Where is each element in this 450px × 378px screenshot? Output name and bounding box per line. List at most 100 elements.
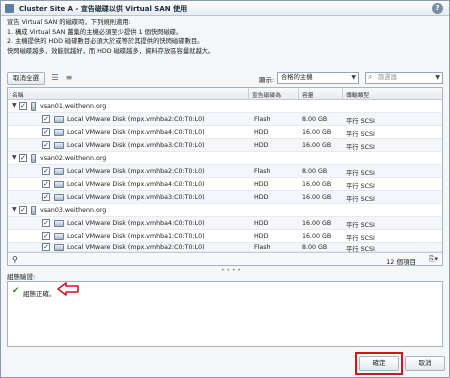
instruction-line: 1. 構成 Virtual SAN 叢集的主機必須至少提供 1 個快閃磁碟。 [7, 28, 183, 36]
disk-transport: 平行 SCSI [346, 235, 375, 242]
disk-claim[interactable]: HDD [254, 233, 268, 240]
disk-transport: 平行 SCSI [346, 222, 375, 229]
disk-row[interactable]: ✓ Local VMware Disk (mpx.vmhba4:C0:T0:L0… [8, 178, 442, 191]
instruction-line: 宣告 Virtual SAN 的磁碟時，下列規則適用: [7, 19, 131, 26]
disk-capacity: 8.00 GB [302, 116, 328, 123]
list-view-icon[interactable]: ≡ [63, 73, 75, 83]
filter-input[interactable]: ⌕ 篩選器 ▼ [365, 72, 443, 84]
host-checkbox[interactable]: ✓ [19, 102, 27, 110]
disk-capacity: 16.00 GB [302, 194, 332, 201]
disk-capacity: 16.00 GB [302, 220, 332, 227]
disk-transport: 平行 SCSI [346, 196, 375, 203]
disk-icon [54, 168, 64, 175]
host-row[interactable]: ▼ ✓ vsan02.weithenn.org [8, 152, 442, 165]
title-bar: Cluster Site A - 宣告磁碟以供 Virtual SAN 使用 ? [1, 1, 449, 16]
host-row[interactable]: ▼ ✓ vsan01.weithenn.org [8, 100, 442, 113]
filter-placeholder: 篩選器 [378, 74, 397, 81]
instructions: 宣告 Virtual SAN 的磁碟時，下列規則適用: 1. 構成 Virtua… [7, 18, 214, 56]
disk-checkbox[interactable]: ✓ [42, 128, 50, 136]
disk-capacity: 16.00 GB [302, 142, 332, 149]
disk-checkbox[interactable]: ✓ [42, 115, 50, 123]
disk-name: Local VMware Disk (mpx.vmhba2:C0:T0:L0) [67, 244, 205, 251]
host-name: vsan02.weithenn.org [40, 155, 107, 162]
instruction-line: 2. 主機提供的 HDD 磁碟數目必須大於或等於其提供的快閃磁碟數目。 [7, 38, 204, 45]
instruction-line: 快閃磁碟越多，效能就越好，而 HDD 磁碟越多，資料存放區容量就越大。 [7, 47, 215, 55]
disk-icon [54, 220, 64, 227]
disk-transport: 平行 SCSI [346, 170, 375, 177]
disk-claim[interactable]: Flash [254, 116, 271, 123]
disk-icon [54, 233, 64, 240]
validation-message: 組態正確。 [23, 290, 56, 298]
disk-checkbox[interactable]: ✓ [42, 141, 50, 149]
disk-checkbox[interactable]: ✓ [42, 243, 50, 251]
ok-button-highlight [355, 352, 403, 375]
cancel-button[interactable]: 取消 [405, 356, 445, 371]
disk-icon [54, 129, 64, 136]
collapse-icon[interactable]: ▼ [12, 102, 17, 109]
disk-row[interactable]: ✓ Local VMware Disk (mpx.vmhba2:C0:T0:L0… [8, 113, 442, 126]
host-icon [31, 102, 36, 111]
disk-name: Local VMware Disk (mpx.vmhba4:C0:T0:L0) [67, 220, 205, 227]
annotation-arrow-icon [57, 282, 79, 296]
disk-capacity: 16.00 GB [302, 181, 332, 188]
disk-icon [54, 244, 64, 251]
disk-row[interactable]: ✓ Local VMware Disk (mpx.vmhba2:C0:T0:L0… [8, 165, 442, 178]
column-header-capacity[interactable]: 容量 [302, 90, 314, 99]
host-name: vsan01.weithenn.org [40, 103, 107, 110]
collapse-icon[interactable]: ▼ [12, 206, 17, 213]
disk-claim[interactable]: HDD [254, 194, 268, 201]
disk-capacity: 16.00 GB [302, 129, 332, 136]
column-header-transport[interactable]: 傳輸類型 [346, 90, 369, 99]
disk-checkbox[interactable]: ✓ [42, 167, 50, 175]
help-icon[interactable]: ? [432, 3, 443, 14]
disk-row[interactable]: ✓ Local VMware Disk (mpx.vmhba4:C0:T0:L0… [8, 217, 442, 230]
host-row[interactable]: ▼ ✓ vsan03.weithenn.org [8, 204, 442, 217]
host-checkbox[interactable]: ✓ [19, 154, 27, 162]
disk-claim[interactable]: Flash [254, 244, 271, 251]
collapse-icon[interactable]: ▼ [12, 154, 17, 161]
disk-row[interactable]: ✓ Local VMware Disk (mpx.vmhba1:C0:T0:L0… [8, 230, 442, 243]
disk-transport: 平行 SCSI [346, 131, 375, 138]
disk-checkbox[interactable]: ✓ [42, 232, 50, 240]
disk-icon [54, 194, 64, 201]
splitter-handle[interactable]: • • • • [221, 267, 241, 274]
disk-checkbox[interactable]: ✓ [42, 180, 50, 188]
vsphere-icon [5, 4, 14, 13]
disk-transport: 平行 SCSI [346, 118, 375, 125]
host-icon [31, 206, 36, 215]
disk-icon [54, 181, 64, 188]
group-by-icon[interactable]: ☰ [49, 73, 61, 83]
disk-claim[interactable]: HDD [254, 181, 268, 188]
disk-claim[interactable]: HDD [254, 142, 268, 149]
disk-row[interactable]: ✓ Local VMware Disk (mpx.vmhba3:C0:T0:L0… [8, 139, 442, 152]
disk-transport: 平行 SCSI [346, 144, 375, 151]
disk-claim[interactable]: Flash [254, 168, 271, 175]
host-checkbox[interactable]: ✓ [19, 206, 27, 214]
disk-capacity: 8.00 GB [302, 168, 328, 175]
search-icon: ⌕ [368, 72, 373, 81]
disk-name: Local VMware Disk (mpx.vmhba4:C0:T0:L0) [67, 129, 205, 136]
disk-name: Local VMware Disk (mpx.vmhba3:C0:T0:L0) [67, 194, 205, 201]
display-select[interactable]: 合格的主機 ▼ [277, 72, 359, 84]
binoculars-icon[interactable]: ⚲ [12, 255, 18, 264]
disk-checkbox[interactable]: ✓ [42, 193, 50, 201]
disk-icon [54, 142, 64, 149]
disk-checkbox[interactable]: ✓ [42, 219, 50, 227]
disk-name: Local VMware Disk (mpx.vmhba1:C0:T0:L0) [67, 233, 205, 240]
toolbar: 取消全選 ☰ ≡ 顯示: 合格的主機 ▼ ⌕ 篩選器 ▼ [7, 71, 443, 87]
disk-row[interactable]: ✓ Local VMware Disk (mpx.vmhba2:C0:T0:L0… [8, 243, 442, 253]
column-header-name[interactable]: 名稱 [12, 90, 24, 99]
disk-capacity: 16.00 GB [302, 233, 332, 240]
deselect-all-button[interactable]: 取消全選 [7, 72, 45, 85]
host-icon [31, 154, 36, 163]
validation-label: 組態驗證: [7, 273, 36, 281]
disk-transport: 平行 SCSI [346, 183, 375, 190]
disk-icon [54, 116, 64, 123]
display-label: 顯示: [259, 76, 275, 84]
export-icon[interactable]: ⎘▾ [429, 255, 438, 264]
disk-row[interactable]: ✓ Local VMware Disk (mpx.vmhba4:C0:T0:L0… [8, 126, 442, 139]
column-header-claim[interactable]: 宣告磁碟為 [252, 90, 281, 99]
disk-claim[interactable]: HDD [254, 220, 268, 227]
disk-row[interactable]: ✓ Local VMware Disk (mpx.vmhba3:C0:T0:L0… [8, 191, 442, 204]
disk-claim[interactable]: HDD [254, 129, 268, 136]
